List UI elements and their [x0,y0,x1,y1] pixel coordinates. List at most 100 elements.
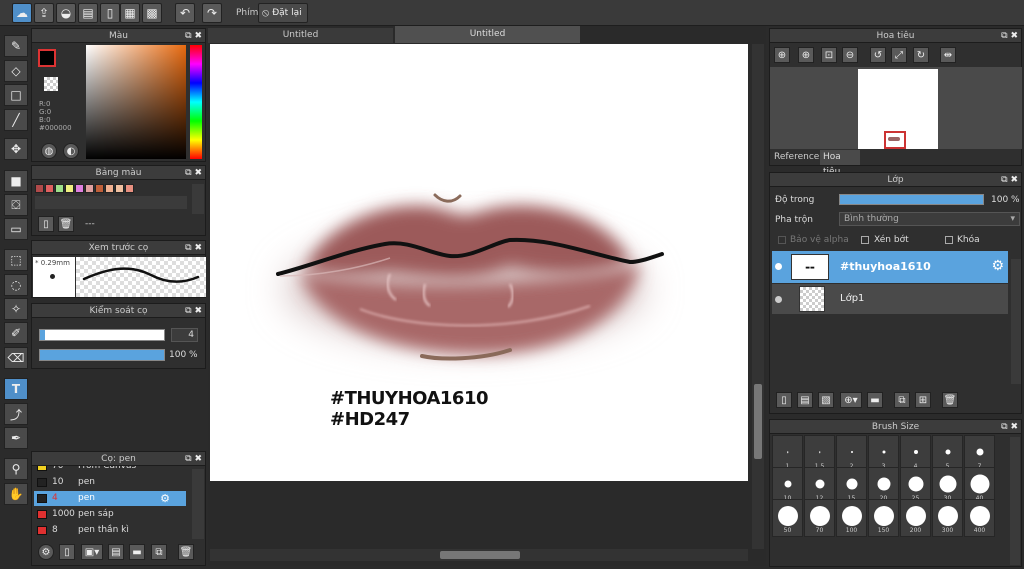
new-palette-icon[interactable]: ▯ [38,216,54,232]
brush-size-option[interactable]: 150 [868,499,899,537]
duplicate-brush-icon[interactable]: ⧉ [151,544,167,560]
merge-layer-icon[interactable]: ⊞ [915,392,931,408]
layer-row-1[interactable]: Lớp1 [772,284,1008,314]
brush-list-item[interactable]: 4 pen ⚙ [34,491,186,506]
select-rect-icon[interactable]: ⬚ [4,249,28,271]
layer-row-text[interactable]: ▬▬ #thuyhoa1610 ⚙ [772,251,1008,283]
canvas-horizontal-scrollbar[interactable] [210,549,748,561]
bucket-icon[interactable]: ⛋ [4,194,28,216]
blend-mode-select[interactable]: Bình thường ▾ [839,212,1020,226]
brush-size-value[interactable]: 4 [171,328,198,342]
layer-settings-icon[interactable]: ⚙ [991,258,1004,274]
brush-size-scrollbar[interactable] [1010,437,1020,565]
panel-controls-icon[interactable]: ⧉ ✖ [185,452,202,466]
palette-swatch[interactable] [55,184,64,193]
layer-visibility-icon[interactable] [775,296,782,303]
rotate-right-icon[interactable]: ↻ [913,47,929,63]
delete-layer-icon[interactable]: 🗑 [942,392,958,408]
document-icon[interactable]: ▯ [100,3,120,23]
brush-settings-icon[interactable]: ⚙ [38,544,54,560]
cloud-icon[interactable]: ☁ [12,3,32,23]
brush-list-item[interactable]: 1000 pen sáp [34,507,186,522]
panel-controls-icon[interactable]: ⧉ ✖ [185,166,202,180]
panel-controls-icon[interactable]: ⧉ ✖ [1001,29,1018,43]
layer-folder-icon[interactable]: ▬ [867,392,883,408]
flip-horizontal-icon[interactable]: ⇹ [940,47,956,63]
zoom-fit-icon[interactable]: ⊕ [774,47,790,63]
palette-swatch[interactable] [65,184,74,193]
zoom-out-icon[interactable]: ⊖ [842,47,858,63]
foreground-color-swatch[interactable] [38,49,56,67]
palette-swatch[interactable] [35,184,44,193]
import-brush-icon[interactable]: ▤ [108,544,124,560]
brush-list-item[interactable]: 70 From Canvas [34,466,186,474]
grid-icon[interactable]: ▩ [142,3,162,23]
new-layer-8bit-icon[interactable]: ▤ [797,392,813,408]
brush-size-option[interactable]: 400 [964,499,995,537]
list-icon[interactable]: ▦ [120,3,140,23]
comment-icon[interactable]: ◒ [56,3,76,23]
layer-visibility-icon[interactable] [775,263,782,270]
color-history-icon[interactable]: ◐ [63,143,79,159]
saturation-value-picker[interactable] [86,45,186,159]
brush-settings-icon[interactable]: ⚙ [160,491,170,506]
select-pen-icon[interactable]: ✐ [4,322,28,344]
fit-window-icon[interactable]: ⤢ [891,47,907,63]
tab-reference[interactable]: Reference [772,150,820,165]
pen-icon[interactable]: ✒ [4,427,28,449]
move-icon[interactable]: ✥ [4,138,28,160]
select-eraser-icon[interactable]: ⌫ [4,347,28,369]
palette-swatch[interactable] [125,184,134,193]
rectangle-icon[interactable]: □ [4,84,28,106]
transform-icon[interactable]: ⤴ [4,403,28,425]
rotate-left-icon[interactable]: ↺ [870,47,886,63]
message-icon[interactable]: ▤ [78,3,98,23]
gradient-icon[interactable]: ▭ [4,218,28,240]
brush-size-slider[interactable] [39,329,165,341]
hue-slider[interactable] [190,45,202,159]
add-layer-menu-icon[interactable]: ⊕▾ [840,392,862,408]
panel-controls-icon[interactable]: ⧉ ✖ [185,304,202,318]
palette-swatch[interactable] [105,184,114,193]
palette-swatch[interactable] [85,184,94,193]
palette-swatch[interactable] [95,184,104,193]
brush-size-option[interactable]: 50 [772,499,803,537]
clip-checkbox[interactable] [861,236,869,244]
alpha-lock-checkbox[interactable] [778,236,786,244]
panel-controls-icon[interactable]: ⧉ ✖ [185,241,202,255]
brush-list-item[interactable]: 10 pen [34,475,186,490]
eraser-icon[interactable]: ◇ [4,60,28,82]
palette-swatch[interactable] [75,184,84,193]
new-brush-icon[interactable]: ▯ [59,544,75,560]
brush-size-option[interactable]: 70 [804,499,835,537]
zoom-in-icon[interactable]: ⊕ [798,47,814,63]
brush-size-option[interactable]: 300 [932,499,963,537]
brush-size-option[interactable]: 100 [836,499,867,537]
redo-icon[interactable]: ↷ [202,3,222,23]
hand-icon[interactable]: ✋ [4,483,28,505]
color-wheel-icon[interactable]: ◍ [41,143,57,159]
tab-navigator[interactable]: Hoa tiêu [820,150,860,177]
brush-size-option[interactable]: 200 [900,499,931,537]
new-layer-1bit-icon[interactable]: ▧ [818,392,834,408]
brush-folder-icon[interactable]: ▬ [129,544,145,560]
reset-button[interactable]: ⦸ Đặt lại [258,3,308,23]
share-icon[interactable]: ⇪ [34,3,54,23]
background-color-swatch[interactable] [44,77,58,91]
tab-untitled-1[interactable]: Untitled [208,28,393,43]
layer-opacity-slider[interactable] [839,194,984,205]
palette-scrollbar[interactable] [192,184,204,214]
panel-controls-icon[interactable]: ⧉ ✖ [185,29,202,43]
brush-list-scrollbar[interactable] [192,469,204,539]
canvas-vertical-scrollbar[interactable] [752,44,764,549]
zoom-actual-icon[interactable]: ⊡ [821,47,837,63]
drawing-canvas[interactable]: #THUYHOA1610 #HD247 [210,44,748,481]
delete-brush-icon[interactable]: 🗑 [178,544,194,560]
panel-controls-icon[interactable]: ⧉ ✖ [1001,420,1018,434]
navigator-preview[interactable] [770,67,1022,149]
lasso-icon[interactable]: ◌ [4,274,28,296]
brush-type-icon[interactable]: ▣▾ [81,544,103,560]
magic-wand-icon[interactable]: ✧ [4,298,28,320]
lock-checkbox[interactable] [945,236,953,244]
palette-swatch[interactable] [115,184,124,193]
